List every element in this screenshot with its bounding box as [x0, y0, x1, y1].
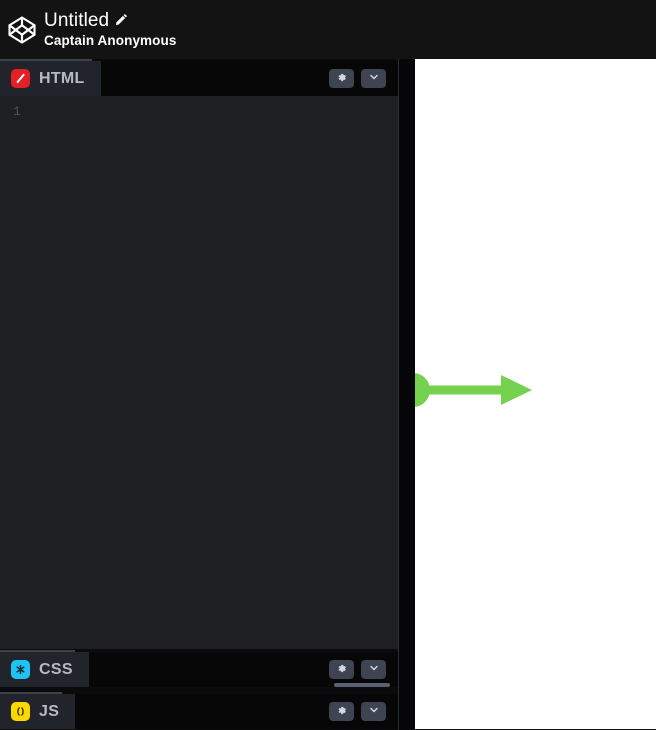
- collapse-button-js[interactable]: [361, 702, 386, 721]
- chevron-down-icon: [368, 704, 380, 719]
- tab-label-css: CSS: [39, 661, 73, 678]
- chevron-down-icon: [368, 662, 380, 677]
- page-title: Untitled: [44, 10, 110, 31]
- pane-toolbar-html: [100, 61, 398, 96]
- js-parens-icon: [11, 702, 30, 721]
- pane-resize-handle[interactable]: [398, 59, 415, 730]
- settings-button-css[interactable]: [329, 660, 354, 679]
- editor-column: HTML 1 CSS JS: [0, 59, 398, 730]
- gear-icon: [336, 662, 347, 677]
- pen-meta: Untitled Captain Anonymous: [44, 10, 176, 49]
- app-header: Untitled Captain Anonymous: [0, 0, 656, 59]
- css-asterisk-icon: [11, 660, 30, 679]
- scrollbar-thumb[interactable]: [334, 683, 390, 687]
- code-editor-html[interactable]: 1: [0, 96, 398, 649]
- codepen-logo-button[interactable]: [0, 0, 44, 59]
- editor-pane-js: JS: [0, 692, 398, 730]
- tab-label-js: JS: [39, 703, 60, 720]
- editor-pane-html: HTML 1: [0, 59, 398, 649]
- gear-icon: [336, 71, 347, 86]
- tab-html[interactable]: HTML: [0, 61, 101, 96]
- green-arrowhead: [501, 375, 532, 405]
- horizontal-scrollbar-css[interactable]: [0, 683, 398, 687]
- settings-button-html[interactable]: [329, 69, 354, 88]
- line-number: 1: [13, 104, 21, 119]
- result-preview[interactable]: [415, 59, 656, 730]
- pane-toolbar-js: [75, 694, 398, 729]
- pen-title-row: Untitled: [44, 10, 176, 32]
- chevron-down-icon: [368, 71, 380, 86]
- pencil-icon[interactable]: [115, 13, 128, 31]
- workspace: HTML 1 CSS JS: [0, 59, 656, 730]
- collapse-button-html[interactable]: [361, 69, 386, 88]
- tab-js[interactable]: JS: [0, 694, 76, 729]
- pane-header-css: CSS: [0, 652, 398, 687]
- green-line: [415, 385, 505, 395]
- pane-header-html: HTML: [0, 61, 398, 96]
- html-slash-icon: [11, 69, 30, 88]
- preview-arrow-graphic: [415, 368, 556, 412]
- gear-icon: [336, 704, 347, 719]
- pane-toolbar-css: [88, 652, 398, 687]
- editor-pane-css: CSS: [0, 650, 398, 687]
- tab-label-html: HTML: [39, 70, 85, 87]
- codepen-logo-icon: [7, 15, 37, 45]
- tab-css[interactable]: CSS: [0, 652, 89, 687]
- settings-button-js[interactable]: [329, 702, 354, 721]
- pane-header-js: JS: [0, 694, 398, 729]
- collapse-button-css[interactable]: [361, 660, 386, 679]
- pen-author[interactable]: Captain Anonymous: [44, 33, 176, 49]
